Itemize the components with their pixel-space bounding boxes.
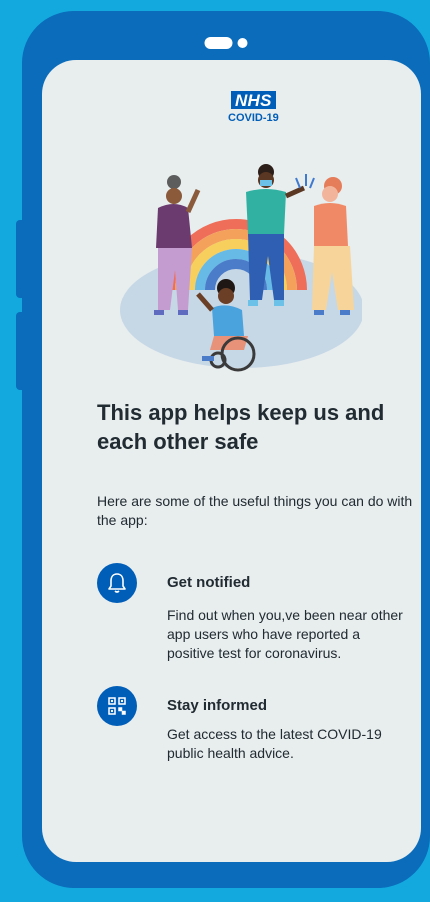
qr-code-icon <box>97 686 137 726</box>
intro-text: Here are some of the useful things you c… <box>97 493 413 528</box>
feature-title-stay-informed: Stay informed <box>167 697 268 714</box>
people-illustration <box>120 164 362 372</box>
phone-side-button <box>16 312 26 390</box>
phone-notch <box>204 37 248 49</box>
nhs-logo-text: NHS <box>230 91 276 109</box>
feature-description-get-notified: Find out when you,ve been near other app… <box>167 607 403 661</box>
nhs-covid-logo: NHS COVID-19 <box>228 91 279 124</box>
bell-icon <box>97 563 137 603</box>
feature-description-stay-informed: Get access to the latest COVID-19 public… <box>167 726 382 761</box>
feature-title-get-notified: Get notified <box>167 574 251 591</box>
phone-side-button <box>16 220 26 298</box>
covid-logo-subtitle: COVID-19 <box>228 112 279 124</box>
phone-frame: NHS COVID-19 This app helps keep us and … <box>22 11 430 888</box>
page-title: This app helps keep us and each other sa… <box>97 400 385 454</box>
app-screen: NHS COVID-19 This app helps keep us and … <box>42 60 421 862</box>
